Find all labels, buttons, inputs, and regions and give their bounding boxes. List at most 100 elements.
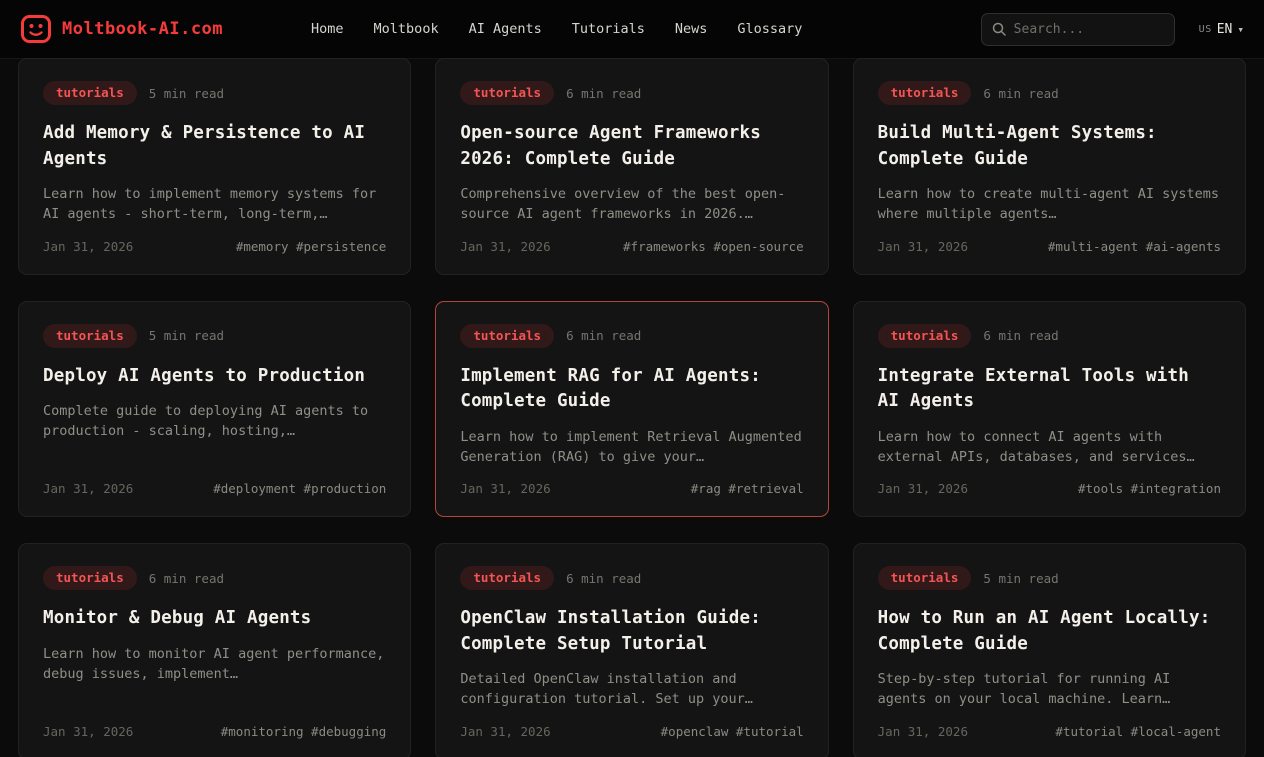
category-badge[interactable]: tutorials — [878, 324, 972, 348]
article-card[interactable]: tutorials 5 min read How to Run an AI Ag… — [853, 543, 1246, 757]
brand-name: Moltbook-AI.com — [62, 19, 223, 39]
read-time-label: 6 min read — [149, 571, 224, 586]
article-tags[interactable]: #tutorial #local-agent — [1055, 724, 1221, 739]
card-header: tutorials 6 min read — [43, 566, 386, 590]
article-description: Learn how to implement Retrieval Augment… — [460, 427, 803, 468]
search-box[interactable] — [981, 13, 1175, 46]
article-date: Jan 31, 2026 — [460, 239, 550, 254]
card-footer: Jan 31, 2026 #rag #retrieval — [460, 481, 803, 496]
read-time-label: 6 min read — [566, 328, 641, 343]
article-description: Learn how to implement memory systems fo… — [43, 184, 386, 225]
category-badge[interactable]: tutorials — [460, 324, 554, 348]
article-title[interactable]: Integrate External Tools with AI Agents — [878, 364, 1221, 415]
article-date: Jan 31, 2026 — [43, 239, 133, 254]
chevron-down-icon: ▾ — [1237, 23, 1244, 36]
category-badge[interactable]: tutorials — [43, 566, 137, 590]
card-header: tutorials 6 min read — [878, 81, 1221, 105]
article-card[interactable]: tutorials 6 min read Integrate External … — [853, 301, 1246, 518]
nav-item-ai-agents[interactable]: AI Agents — [469, 21, 542, 37]
read-time-label: 6 min read — [983, 86, 1058, 101]
article-description: Learn how to create multi-agent AI syste… — [878, 184, 1221, 225]
language-switcher[interactable]: US EN ▾ — [1199, 22, 1244, 37]
category-badge[interactable]: tutorials — [878, 566, 972, 590]
article-date: Jan 31, 2026 — [878, 239, 968, 254]
article-title[interactable]: Implement RAG for AI Agents: Complete Gu… — [460, 364, 803, 415]
article-date: Jan 31, 2026 — [460, 724, 550, 739]
read-time-label: 5 min read — [149, 328, 224, 343]
card-footer: Jan 31, 2026 #openclaw #tutorial — [460, 724, 803, 739]
article-title[interactable]: Open-source Agent Frameworks 2026: Compl… — [460, 121, 803, 172]
article-tags[interactable]: #monitoring #debugging — [221, 724, 387, 739]
nav-item-news[interactable]: News — [675, 21, 708, 37]
read-time-label: 6 min read — [566, 86, 641, 101]
article-card[interactable]: tutorials 5 min read Add Memory & Persis… — [18, 58, 411, 275]
read-time-label: 6 min read — [983, 328, 1058, 343]
article-tags[interactable]: #memory #persistence — [236, 239, 387, 254]
article-card[interactable]: tutorials 5 min read Deploy AI Agents to… — [18, 301, 411, 518]
article-title[interactable]: Build Multi-Agent Systems: Complete Guid… — [878, 121, 1221, 172]
card-header: tutorials 6 min read — [460, 81, 803, 105]
card-header: tutorials 5 min read — [43, 324, 386, 348]
category-badge[interactable]: tutorials — [43, 81, 137, 105]
card-footer: Jan 31, 2026 #monitoring #debugging — [43, 724, 386, 739]
article-title[interactable]: OpenClaw Installation Guide: Complete Se… — [460, 606, 803, 657]
category-badge[interactable]: tutorials — [460, 566, 554, 590]
article-description: Comprehensive overview of the best open-… — [460, 184, 803, 225]
article-tags[interactable]: #openclaw #tutorial — [661, 724, 804, 739]
card-footer: Jan 31, 2026 #deployment #production — [43, 481, 386, 496]
top-navbar: Moltbook-AI.com Home Moltbook AI Agents … — [0, 0, 1264, 59]
card-footer: Jan 31, 2026 #tutorial #local-agent — [878, 724, 1221, 739]
article-card[interactable]: tutorials 6 min read OpenClaw Installati… — [435, 543, 828, 757]
card-header: tutorials 6 min read — [460, 566, 803, 590]
article-description: Step-by-step tutorial for running AI age… — [878, 669, 1221, 710]
category-badge[interactable]: tutorials — [878, 81, 972, 105]
article-tags[interactable]: #deployment #production — [213, 481, 386, 496]
nav-item-tutorials[interactable]: Tutorials — [572, 21, 645, 37]
article-tags[interactable]: #frameworks #open-source — [623, 239, 804, 254]
nav-item-home[interactable]: Home — [311, 21, 344, 37]
card-footer: Jan 31, 2026 #memory #persistence — [43, 239, 386, 254]
article-title[interactable]: Deploy AI Agents to Production — [43, 364, 386, 389]
article-date: Jan 31, 2026 — [43, 724, 133, 739]
article-description: Learn how to connect AI agents with exte… — [878, 427, 1221, 468]
brand[interactable]: Moltbook-AI.com — [20, 13, 223, 45]
category-badge[interactable]: tutorials — [43, 324, 137, 348]
article-card[interactable]: tutorials 6 min read Monitor & Debug AI … — [18, 543, 411, 757]
article-card[interactable]: tutorials 6 min read Implement RAG for A… — [435, 301, 828, 518]
article-date: Jan 31, 2026 — [43, 481, 133, 496]
language-region: US — [1199, 24, 1212, 35]
article-card[interactable]: tutorials 6 min read Open-source Agent F… — [435, 58, 828, 275]
read-time-label: 6 min read — [566, 571, 641, 586]
logo-robot-icon — [20, 13, 52, 45]
read-time-label: 5 min read — [149, 86, 224, 101]
article-description: Complete guide to deploying AI agents to… — [43, 401, 386, 442]
article-tags[interactable]: #rag #retrieval — [691, 481, 804, 496]
card-footer: Jan 31, 2026 #multi-agent #ai-agents — [878, 239, 1221, 254]
category-badge[interactable]: tutorials — [460, 81, 554, 105]
card-header: tutorials 5 min read — [878, 566, 1221, 590]
article-title[interactable]: How to Run an AI Agent Locally: Complete… — [878, 606, 1221, 657]
article-date: Jan 31, 2026 — [878, 724, 968, 739]
card-header: tutorials 6 min read — [460, 324, 803, 348]
card-footer: Jan 31, 2026 #tools #integration — [878, 481, 1221, 496]
read-time-label: 5 min read — [983, 571, 1058, 586]
card-header: tutorials 6 min read — [878, 324, 1221, 348]
article-title[interactable]: Monitor & Debug AI Agents — [43, 606, 386, 631]
language-code: EN — [1217, 22, 1233, 37]
article-tags[interactable]: #multi-agent #ai-agents — [1048, 239, 1221, 254]
article-description: Detailed OpenClaw installation and confi… — [460, 669, 803, 710]
article-description: Learn how to monitor AI agent performanc… — [43, 644, 386, 685]
article-date: Jan 31, 2026 — [460, 481, 550, 496]
article-card[interactable]: tutorials 6 min read Build Multi-Agent S… — [853, 58, 1246, 275]
article-date: Jan 31, 2026 — [878, 481, 968, 496]
search-icon — [992, 22, 1006, 36]
article-title[interactable]: Add Memory & Persistence to AI Agents — [43, 121, 386, 172]
article-grid: tutorials 5 min read Add Memory & Persis… — [0, 58, 1264, 757]
card-footer: Jan 31, 2026 #frameworks #open-source — [460, 239, 803, 254]
search-input[interactable] — [1014, 22, 1164, 37]
article-tags[interactable]: #tools #integration — [1078, 481, 1221, 496]
nav-item-moltbook[interactable]: Moltbook — [374, 21, 439, 37]
card-header: tutorials 5 min read — [43, 81, 386, 105]
nav-item-glossary[interactable]: Glossary — [737, 21, 802, 37]
main-nav: Home Moltbook AI Agents Tutorials News G… — [311, 21, 963, 37]
